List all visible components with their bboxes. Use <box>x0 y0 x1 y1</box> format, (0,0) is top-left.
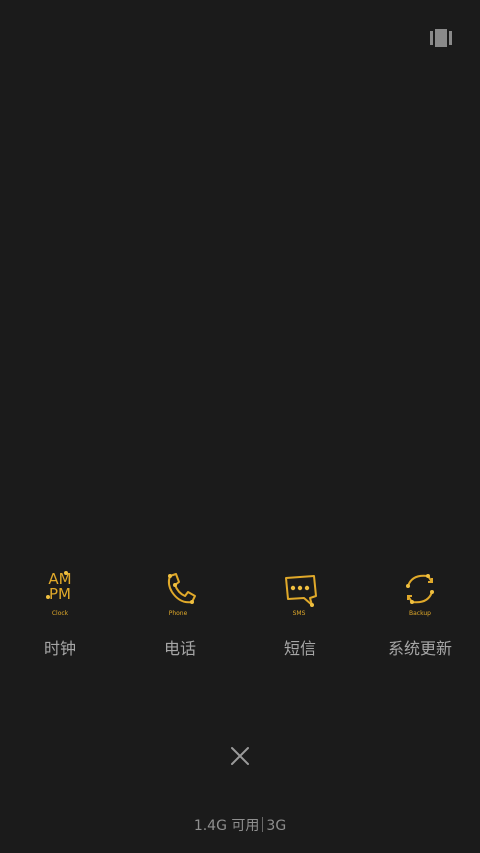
clock-icon: AM PM Clock <box>46 570 72 617</box>
recent-apps-row: AM PM Clock 时钟 Phone 电话 SMS 短信 Backup 系统… <box>0 568 480 659</box>
multi-window-button[interactable] <box>430 28 452 48</box>
svg-text:SMS: SMS <box>293 610 306 617</box>
backup-icon: Backup <box>406 574 434 617</box>
phone-icon: Phone <box>167 573 196 617</box>
memory-total: 3G <box>266 818 287 834</box>
sms-app-icon: SMS <box>278 568 322 618</box>
app-label: 时钟 <box>43 639 76 658</box>
phone-app-icon: Phone <box>158 568 202 618</box>
recent-app-phone[interactable]: Phone 电话 <box>120 568 240 659</box>
close-icon <box>231 747 249 765</box>
svg-text:Phone: Phone <box>169 610 188 617</box>
app-label: 短信 <box>283 639 316 658</box>
app-label: 电话 <box>163 639 196 658</box>
system-update-app-icon: Backup <box>398 568 442 618</box>
svg-text:PM: PM <box>49 585 71 603</box>
clock-app-icon: AM PM Clock <box>38 568 82 618</box>
app-label: 系统更新 <box>387 639 452 658</box>
clear-all-button[interactable] <box>229 745 251 767</box>
memory-separator <box>262 817 264 832</box>
multi-window-icon <box>430 29 452 47</box>
recent-app-sms[interactable]: SMS 短信 <box>240 568 360 659</box>
recent-app-system-update[interactable]: Backup 系统更新 <box>360 568 480 659</box>
recent-app-clock[interactable]: AM PM Clock 时钟 <box>0 568 120 659</box>
svg-text:Clock: Clock <box>52 610 69 617</box>
sms-icon: SMS <box>285 575 317 617</box>
memory-free: 1.4G 可用 <box>193 818 260 834</box>
svg-text:Backup: Backup <box>409 610 431 617</box>
memory-status: 1.4G 可用 3G <box>0 815 480 835</box>
